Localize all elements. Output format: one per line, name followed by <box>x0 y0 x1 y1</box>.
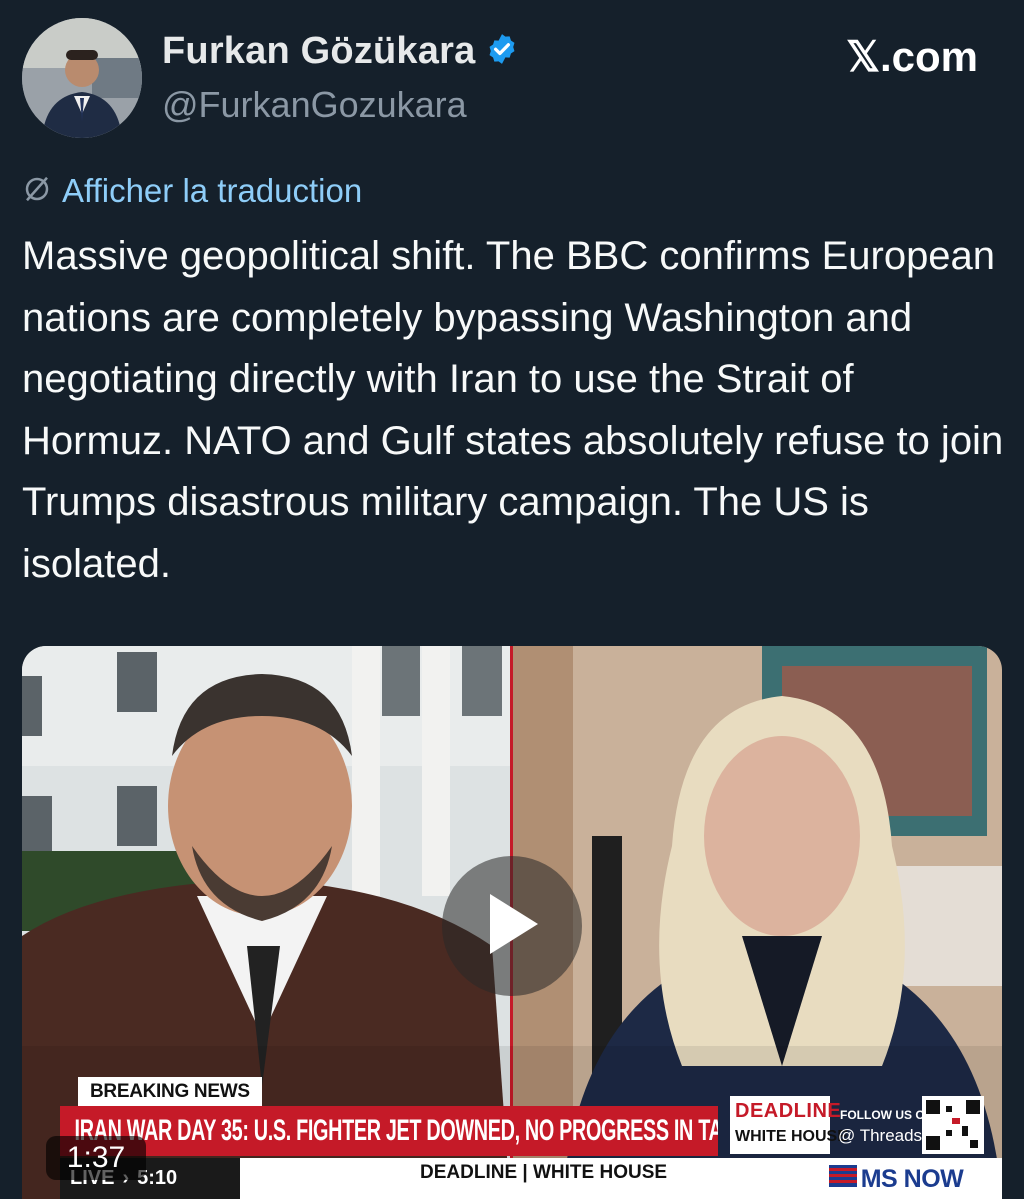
network-logo: MS NOW <box>797 1161 995 1197</box>
flag-icon <box>828 1164 857 1194</box>
breaking-news-label: BREAKING NEWS <box>78 1077 262 1107</box>
threads-icon: @ <box>838 1126 856 1145</box>
display-name[interactable]: Furkan Gözükara <box>162 30 475 73</box>
network-logo-text: MS NOW <box>860 1164 964 1193</box>
user-handle[interactable]: @FurkanGozukara <box>162 84 467 126</box>
tweet-body: Massive geopolitical shift. The BBC conf… <box>22 234 1004 586</box>
follow-us-label: FOLLOW US ON <box>840 1108 934 1122</box>
video-duration: 1:37 <box>46 1136 146 1180</box>
show-translation-link[interactable]: Afficher la traduction <box>22 172 362 210</box>
translate-globe-icon <box>22 174 52 209</box>
play-button[interactable] <box>442 856 582 996</box>
threads-label: @ Threads <box>838 1126 922 1146</box>
brand-watermark: 𝕏.com <box>846 33 978 80</box>
news-headline-bar: IRAN WAR DAY 35: U.S. FIGHTER JET DOWNED… <box>60 1106 718 1156</box>
avatar[interactable] <box>22 18 142 138</box>
qr-code-icon <box>922 1096 984 1154</box>
news-headline: IRAN WAR DAY 35: U.S. FIGHTER JET DOWNED… <box>74 1114 718 1147</box>
threads-text: Threads <box>859 1126 923 1145</box>
avatar-photo <box>22 18 142 138</box>
show-logo-bottom: WHITE HOUSE <box>735 1128 848 1145</box>
author-name-row[interactable]: Furkan Gözükara <box>162 30 519 73</box>
verified-badge-icon <box>485 32 519 71</box>
show-logo-top: DEADLINE <box>735 1100 842 1122</box>
lower-show-name: DEADLINE | WHITE HOUSE <box>420 1162 668 1183</box>
translation-label[interactable]: Afficher la traduction <box>62 172 362 210</box>
play-icon <box>484 892 540 961</box>
